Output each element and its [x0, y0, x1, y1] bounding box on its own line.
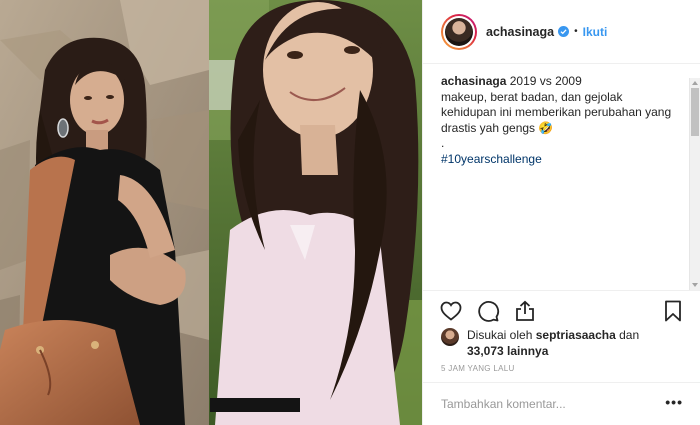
post-image[interactable]: [0, 0, 422, 425]
laughing-emoji: 🤣: [538, 120, 554, 135]
likes-text: Disukai oleh septriasaacha dan 33,073 la…: [467, 327, 639, 359]
story-avatar[interactable]: [441, 13, 477, 50]
comment-icon[interactable]: [476, 299, 500, 323]
hashtag-link[interactable]: #10yearschallenge: [441, 152, 542, 166]
post-caption: achasinaga 2019 vs 2009 makeup, berat ba…: [441, 74, 681, 167]
post-side-panel: achasinaga • Ikuti achasinaga 2019 vs 20…: [422, 0, 700, 425]
likes-count[interactable]: 33,073: [467, 344, 504, 358]
likes-suffix[interactable]: lainnya: [507, 344, 548, 358]
share-icon[interactable]: [513, 299, 537, 323]
liker-username[interactable]: septriasaacha: [536, 328, 616, 342]
add-comment-section: •••: [423, 382, 700, 425]
post-header: achasinaga • Ikuti: [423, 0, 700, 64]
likes-prefix: Disukai oleh: [467, 328, 533, 342]
caption-area: achasinaga 2019 vs 2009 makeup, berat ba…: [423, 64, 700, 290]
bookmark-icon[interactable]: [661, 299, 685, 323]
comment-input[interactable]: [441, 397, 641, 411]
likes-conjunction: dan: [619, 328, 640, 342]
scroll-down-arrow-icon[interactable]: [692, 283, 698, 287]
left-photo-2019: [0, 0, 209, 425]
caption-line-5: .: [441, 136, 445, 150]
more-options-icon[interactable]: •••: [665, 395, 683, 409]
right-photo-2009: [209, 0, 422, 425]
scroll-thumb[interactable]: [691, 88, 699, 136]
post-username[interactable]: achasinaga: [486, 25, 554, 39]
caption-line-4: drastis yah gengs: [441, 120, 536, 135]
caption-line-3: kehidupan ini memberikan perubahan yang: [441, 105, 672, 119]
post-timestamp[interactable]: 5 JAM YANG LALU: [441, 364, 515, 373]
liker-avatar[interactable]: [441, 328, 459, 346]
header-separator: •: [574, 26, 578, 37]
scroll-up-arrow-icon[interactable]: [692, 81, 698, 85]
action-bar: [439, 299, 537, 323]
caption-scrollbar[interactable]: [689, 78, 700, 290]
avatar-image: [445, 17, 473, 46]
heart-icon[interactable]: [439, 299, 463, 323]
caption-username[interactable]: achasinaga: [441, 74, 506, 88]
post-actions-area: Disukai oleh septriasaacha dan 33,073 la…: [423, 290, 700, 380]
caption-line-2: makeup, berat badan, dan gejolak: [441, 89, 623, 104]
likes-summary: Disukai oleh septriasaacha dan 33,073 la…: [441, 327, 691, 359]
caption-line-1: 2019 vs 2009: [509, 74, 582, 88]
follow-button[interactable]: Ikuti: [583, 25, 608, 39]
verified-badge-icon: [558, 26, 570, 37]
